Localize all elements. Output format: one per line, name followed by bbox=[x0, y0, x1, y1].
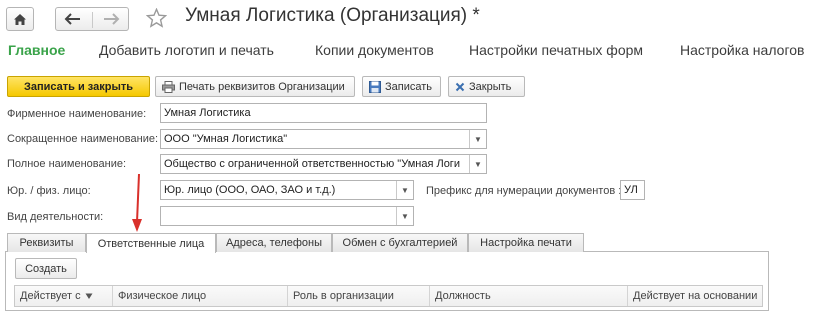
section-add-logo[interactable]: Добавить логотип и печать bbox=[99, 42, 274, 58]
column-header-position[interactable]: Должность bbox=[430, 286, 628, 306]
home-icon bbox=[14, 13, 26, 25]
prefix-label: Префикс для нумерации документов : bbox=[426, 185, 622, 197]
close-button[interactable]: Закрыть bbox=[448, 76, 525, 97]
print-details-label: Печать реквизитов Организации bbox=[179, 80, 345, 93]
section-doc-copies[interactable]: Копии документов bbox=[315, 42, 434, 58]
column-label: Должность bbox=[435, 290, 491, 302]
column-header-role[interactable]: Роль в организации bbox=[288, 286, 430, 306]
table-header: Действует с Физическое лицо Роль в орган… bbox=[14, 285, 763, 307]
star-icon bbox=[145, 7, 168, 28]
column-label: Действует на основании bbox=[633, 290, 758, 302]
prefix-field[interactable]: УЛ bbox=[620, 180, 645, 200]
save-and-close-label: Записать и закрыть bbox=[23, 80, 134, 93]
page-title: Умная Логистика (Организация) * bbox=[185, 5, 480, 26]
create-button[interactable]: Создать bbox=[15, 258, 77, 279]
entity-type-select[interactable]: Юр. лицо (ООО, ОАО, ЗАО и т.д.) ▼ bbox=[160, 180, 414, 200]
tab-addresses-phones[interactable]: Адреса, телефоны bbox=[216, 233, 332, 252]
column-header-valid-from[interactable]: Действует с bbox=[15, 286, 113, 306]
save-and-close-button[interactable]: Записать и закрыть bbox=[7, 76, 150, 97]
sort-down-icon bbox=[85, 293, 93, 299]
forward-button[interactable] bbox=[102, 13, 120, 28]
entity-type-value: Юр. лицо (ООО, ОАО, ЗАО и т.д.) bbox=[164, 184, 336, 196]
firm-name-field[interactable]: Умная Логистика bbox=[160, 103, 487, 123]
column-label: Действует с bbox=[20, 290, 81, 302]
chevron-down-icon[interactable]: ▼ bbox=[396, 181, 413, 199]
save-button[interactable]: Записать bbox=[362, 76, 441, 97]
chevron-down-icon[interactable]: ▼ bbox=[396, 207, 413, 225]
chevron-down-icon[interactable]: ▼ bbox=[469, 155, 486, 173]
column-label: Роль в организации bbox=[293, 290, 394, 302]
section-tax-settings[interactable]: Настройка налогов bbox=[680, 42, 804, 58]
column-header-person[interactable]: Физическое лицо bbox=[113, 286, 288, 306]
activity-select[interactable]: ▼ bbox=[160, 206, 414, 226]
tab-requisites[interactable]: Реквизиты bbox=[7, 233, 86, 252]
close-label: Закрыть bbox=[469, 80, 512, 93]
full-name-field[interactable]: Общество с ограниченной ответственностью… bbox=[160, 154, 487, 174]
full-name-value: Общество с ограниченной ответственностью… bbox=[164, 158, 460, 170]
prefix-value: УЛ bbox=[624, 184, 638, 196]
floppy-icon bbox=[369, 80, 381, 93]
short-name-value: ООО "Умная Логистика" bbox=[164, 133, 288, 145]
entity-type-label: Юр. / физ. лицо: bbox=[7, 185, 91, 197]
create-label: Создать bbox=[25, 262, 67, 275]
arrow-left-icon bbox=[64, 13, 80, 25]
chevron-down-icon[interactable]: ▼ bbox=[469, 130, 486, 148]
annotation-arrow bbox=[132, 173, 142, 232]
arrow-right-icon bbox=[104, 13, 120, 25]
nav-divider bbox=[92, 12, 93, 28]
tab-accounting-exchange[interactable]: Обмен с бухгалтерией bbox=[332, 233, 468, 252]
printer-icon bbox=[162, 80, 175, 93]
short-name-label: Сокращенное наименование: bbox=[7, 133, 159, 145]
column-label: Физическое лицо bbox=[118, 290, 207, 302]
print-details-button[interactable]: Печать реквизитов Организации bbox=[155, 76, 355, 97]
section-main[interactable]: Главное bbox=[8, 42, 65, 58]
short-name-field[interactable]: ООО "Умная Логистика" ▼ bbox=[160, 129, 487, 149]
back-button[interactable] bbox=[64, 13, 82, 28]
firm-name-label: Фирменное наименование: bbox=[7, 108, 147, 120]
full-name-label: Полное наименование: bbox=[7, 158, 127, 170]
firm-name-value: Умная Логистика bbox=[164, 107, 251, 119]
save-label: Записать bbox=[385, 80, 433, 93]
history-nav bbox=[55, 7, 129, 31]
activity-label: Вид деятельности: bbox=[7, 211, 104, 223]
tab-print-settings[interactable]: Настройка печати bbox=[468, 233, 584, 252]
favorite-button[interactable] bbox=[145, 7, 168, 31]
section-print-settings[interactable]: Настройки печатных форм bbox=[469, 42, 643, 58]
home-button[interactable] bbox=[6, 7, 34, 31]
close-icon bbox=[455, 82, 465, 91]
column-header-basis[interactable]: Действует на основании bbox=[628, 286, 762, 306]
tab-responsible-persons[interactable]: Ответственные лица bbox=[86, 233, 216, 253]
